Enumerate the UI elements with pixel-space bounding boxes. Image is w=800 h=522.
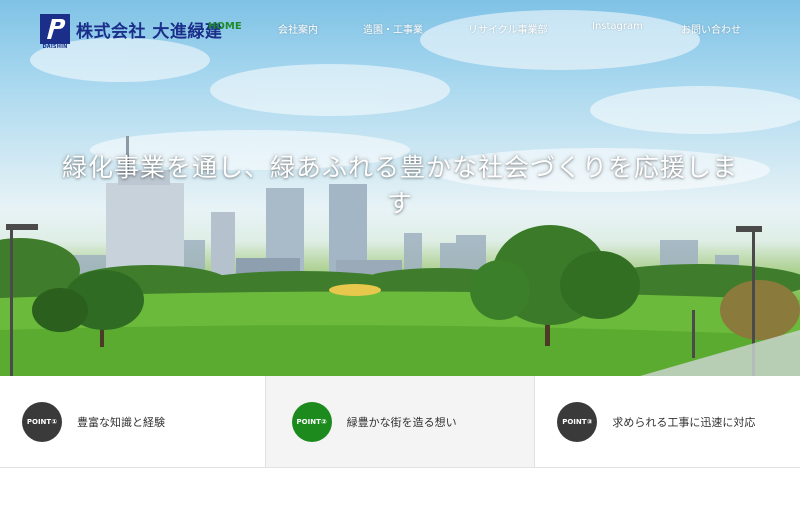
nav-recycling[interactable]: リサイクル事業部 [468, 21, 548, 36]
point-text: 緑豊かな街を造る想い [346, 415, 457, 429]
nav-landscaping[interactable]: 造園・工事業 [363, 21, 423, 36]
point-badge: POINT③ [557, 401, 598, 442]
nav-contact[interactable]: お問い合わせ [681, 21, 741, 36]
point-item-2[interactable]: POINT② 緑豊かな街を造る想い [265, 376, 536, 467]
nav-company-info[interactable]: 会社案内 [278, 21, 318, 36]
hero-catchphrase: 緑化事業を通し、緑あふれる豊かな社会づくりを応援しま す [30, 150, 770, 222]
logo-mark-label: DAISHIN [42, 44, 68, 50]
point-item-1[interactable]: POINT① 豊富な知識と経験 [0, 376, 266, 467]
points-section: POINT① 豊富な知識と経験 POINT② 緑豊かな街を造る想い POINT③… [0, 376, 800, 468]
nav-instagram[interactable]: Instagram [592, 21, 643, 32]
catch-line-2: す [386, 189, 413, 218]
point-badge: POINT② [291, 401, 332, 442]
global-nav: 会社案内 造園・工事業 リサイクル事業部 Instagram お問い合わせ [0, 21, 800, 36]
point-item-3[interactable]: POINT③ 求められる工事に迅速に対応 [535, 376, 800, 467]
point-text: 豊富な知識と経験 [77, 415, 165, 429]
hero-section: DAISHIN 株式会社 大進緑建 HOME 会社案内 造園・工事業 リサイクル… [0, 0, 800, 376]
catch-line-1: 緑化事業を通し、緑あふれる豊かな社会づくりを応援しま [61, 153, 738, 182]
point-badge: POINT① [22, 401, 62, 442]
point-text: 求められる工事に迅速に対応 [612, 415, 756, 429]
